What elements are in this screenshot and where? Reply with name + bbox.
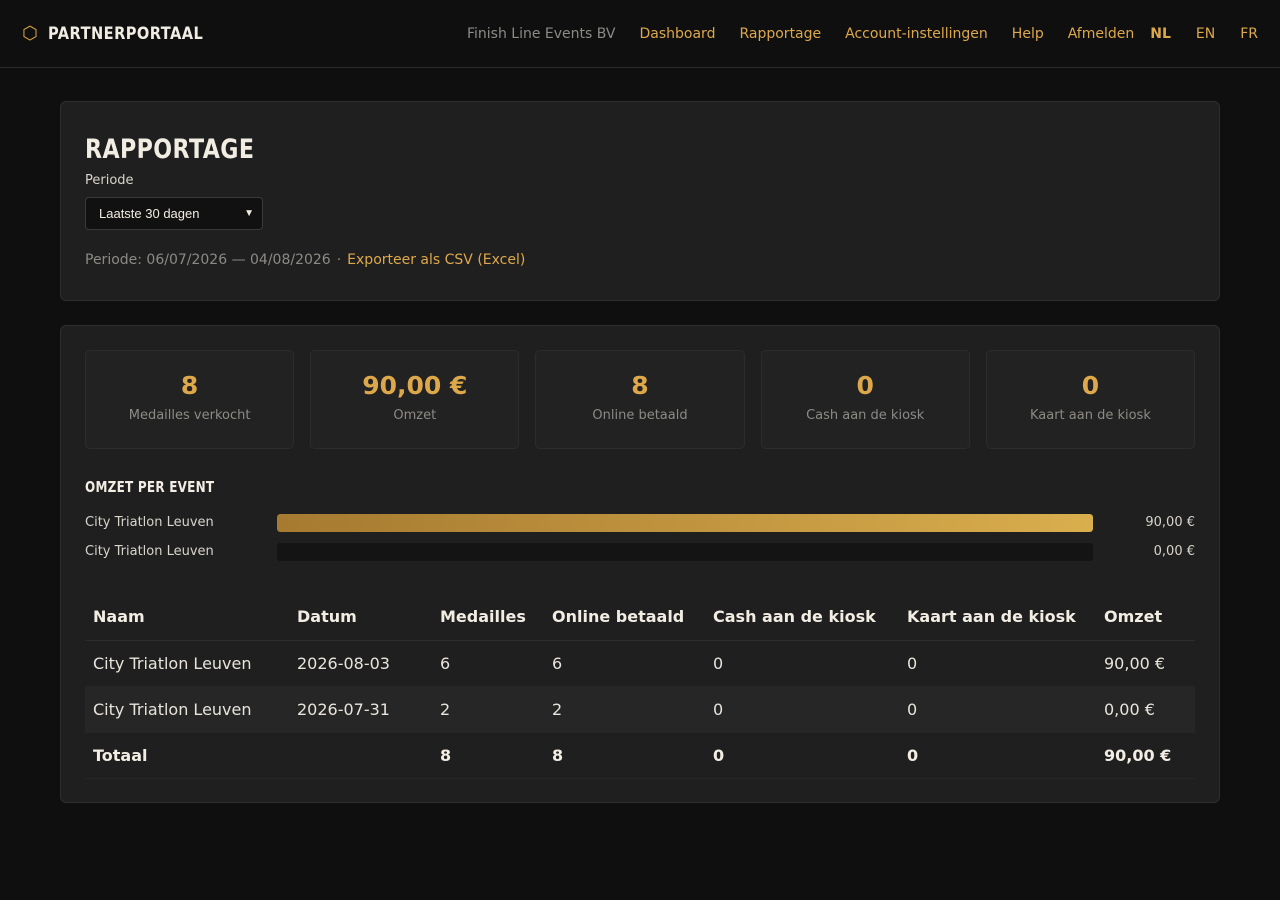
cell-date: 2026-08-03 [289, 640, 432, 687]
stat-value: 8 [631, 371, 649, 400]
column-header-name: Naam [85, 593, 289, 641]
table-total-row: Totaal 8 8 0 0 90,00 € [85, 732, 1195, 779]
stats-row: 8 Medailles verkocht 90,00 € Omzet 8 Onl… [85, 350, 1196, 449]
language-en[interactable]: EN [1196, 26, 1215, 42]
revenue-bar-row: City Triatlon Leuven 90,00 € [85, 508, 1195, 537]
stat-value: 8 [180, 371, 199, 400]
cell-total-medals: 8 [432, 732, 544, 779]
column-header-date: Datum [289, 593, 432, 641]
table-row: City Triatlon Leuven 2026-08-03 6 6 0 0 … [85, 640, 1195, 687]
revenue-bar-row: City Triatlon Leuven 0,00 € [85, 537, 1195, 566]
separator: · [336, 252, 342, 268]
nav-dashboard[interactable]: Dashboard [640, 26, 716, 42]
cell-paid-online: 2 [544, 686, 705, 733]
cell-total-label: Totaal [85, 732, 289, 779]
stat-cash-kiosk: 0 Cash aan de kiosk [760, 350, 970, 449]
brand[interactable]: ⬡ PARTNERPORTAAL [22, 24, 228, 44]
period-range: Periode: 06/07/2026 — 04/08/2026 [85, 252, 331, 268]
cell-name: City Triatlon Leuven [85, 686, 289, 733]
stat-label: Omzet [393, 408, 437, 423]
cell-name: City Triatlon Leuven [85, 640, 289, 687]
column-header-card-kiosk: Kaart aan de kiosk [899, 593, 1096, 641]
stat-value: 90,00 € [362, 371, 468, 400]
cell-paid-online: 6 [544, 640, 705, 687]
cell-date: 2026-07-31 [289, 686, 432, 733]
table-row: City Triatlon Leuven 2026-07-31 2 2 0 0 … [85, 686, 1195, 733]
cell-cash-kiosk: 0 [705, 686, 899, 733]
nav-rapportage[interactable]: Rapportage [739, 26, 821, 42]
cell-total-revenue: 90,00 € [1096, 732, 1195, 779]
bar-track [277, 542, 1093, 561]
cell-medals: 2 [432, 686, 544, 733]
column-header-medals: Medailles [432, 593, 544, 641]
nav-account-settings[interactable]: Account-instellingen [845, 26, 988, 42]
cell-card-kiosk: 0 [899, 686, 1096, 733]
main-nav: Finish Line Events BV Dashboard Rapporta… [467, 26, 1258, 42]
brand-name: PARTNERPORTAAL [47, 23, 204, 44]
nav-help[interactable]: Help [1012, 26, 1044, 42]
table-header-row: Naam Datum Medailles Online betaald Cash… [85, 593, 1195, 641]
stat-label: Online betaald [592, 408, 688, 423]
bar-value: 90,00 € [1145, 515, 1195, 530]
hexagon-icon: ⬡ [22, 22, 38, 44]
period-label: Periode [85, 173, 134, 188]
page-title: RAPPORTAGE [85, 134, 255, 165]
stat-card-kiosk: 0 Kaart aan de kiosk [985, 350, 1196, 449]
period-select[interactable]: Laatste 30 dagen ▼ [85, 197, 263, 230]
column-header-paid-online: Online betaald [544, 593, 705, 641]
stat-label: Medailles verkocht [128, 408, 251, 423]
cell-total-date [289, 732, 432, 779]
stat-medals-sold: 8 Medailles verkocht [85, 350, 295, 449]
cell-total-cash-kiosk: 0 [705, 732, 899, 779]
organization-name: Finish Line Events BV [466, 25, 616, 42]
language-fr[interactable]: FR [1240, 26, 1258, 42]
cell-total-card-kiosk: 0 [899, 732, 1096, 779]
chevron-down-icon: ▼ [244, 208, 254, 219]
language-nl[interactable]: NL [1150, 26, 1171, 42]
export-csv-link[interactable]: Exporteer als CSV (Excel) [347, 252, 525, 268]
bar-value: 0,00 € [1153, 544, 1195, 559]
period-select-value: Laatste 30 dagen [99, 206, 200, 221]
stat-paid-online: 8 Online betaald [535, 350, 745, 449]
stat-label: Cash aan de kiosk [806, 408, 925, 423]
period-info: Periode: 06/07/2026 — 04/08/2026 · Exporte… [85, 252, 1195, 268]
column-header-cash-kiosk: Cash aan de kiosk [705, 593, 899, 641]
cell-revenue: 90,00 € [1096, 640, 1195, 687]
report-filter-card: RAPPORTAGE Periode Laatste 30 dagen ▼ Pe… [60, 101, 1220, 301]
revenue-bars: City Triatlon Leuven 90,00 € City Triatl… [85, 508, 1195, 566]
revenue-per-event-title: OMZET PER EVENT [85, 478, 215, 496]
cell-total-paid-online: 8 [544, 732, 705, 779]
cell-medals: 6 [432, 640, 544, 687]
cell-revenue: 0,00 € [1096, 686, 1195, 733]
column-header-revenue: Omzet [1096, 593, 1195, 641]
cell-cash-kiosk: 0 [705, 640, 899, 687]
report-results-card: 8 Medailles verkocht 90,00 € Omzet 8 Onl… [60, 325, 1220, 803]
stat-value: 0 [856, 371, 874, 400]
cell-card-kiosk: 0 [899, 640, 1096, 687]
stat-label: Kaart aan de kiosk [1029, 408, 1151, 423]
stat-value: 0 [1081, 371, 1100, 400]
bar-event-name: City Triatlon Leuven [85, 544, 214, 559]
bar-track [277, 513, 1093, 532]
stat-revenue: 90,00 € Omzet [310, 350, 520, 449]
bar-event-name: City Triatlon Leuven [85, 515, 214, 530]
report-table: Naam Datum Medailles Online betaald Cash… [85, 593, 1195, 779]
nav-logout[interactable]: Afmelden [1068, 26, 1135, 42]
top-navigation-bar: ⬡ PARTNERPORTAAL Finish Line Events BV D… [0, 0, 1280, 68]
bar-fill [277, 513, 1093, 532]
